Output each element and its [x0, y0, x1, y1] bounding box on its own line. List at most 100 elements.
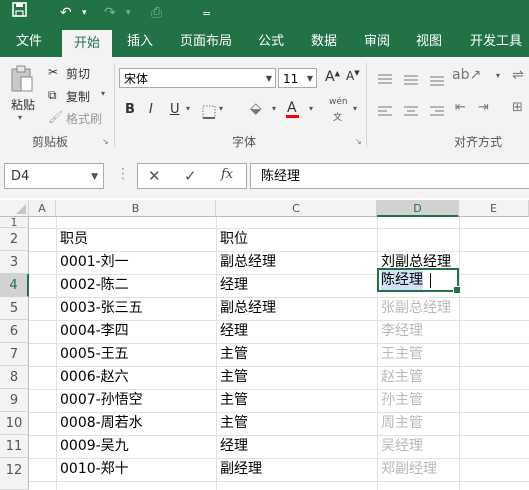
tab-developer[interactable]: 开发工具 — [470, 27, 522, 57]
borders-icon[interactable] — [202, 104, 216, 123]
undo-dropdown-icon[interactable]: ▾ — [82, 0, 87, 27]
column-header-d[interactable]: D — [377, 200, 459, 217]
row-header-1[interactable]: 1 — [0, 217, 29, 228]
wrap-text-icon[interactable]: ⇌ — [512, 67, 524, 83]
paste-icon[interactable] — [10, 65, 34, 97]
fill-color-icon[interactable]: ⬙ — [250, 99, 262, 117]
cell-c11[interactable]: 经理 — [220, 435, 248, 458]
row-header-6[interactable]: 6 — [0, 320, 29, 343]
font-launcher-icon[interactable]: ↘ — [355, 137, 362, 146]
column-header-a[interactable]: A — [29, 200, 56, 217]
font-color-dropdown-icon[interactable]: ▾ — [309, 104, 313, 113]
cell-c2[interactable]: 职位 — [220, 228, 248, 251]
row-header-12[interactable]: 12 — [0, 458, 29, 490]
save-icon[interactable] — [12, 0, 27, 27]
align-right-icon[interactable] — [430, 103, 444, 122]
bold-button[interactable]: B — [125, 102, 135, 117]
customize-qat-button[interactable]: = — [202, 0, 211, 27]
orientation-dropdown-icon[interactable]: ▾ — [496, 71, 500, 80]
cell-b6[interactable]: 0004-李四 — [60, 320, 129, 343]
cell-c10[interactable]: 主管 — [220, 412, 248, 435]
decrease-indent-icon[interactable]: ⇤ — [455, 100, 466, 115]
clipboard-launcher-icon[interactable]: ↘ — [102, 137, 109, 146]
undo-icon[interactable]: ↶ — [60, 0, 72, 27]
copy-icon[interactable]: ⧉ — [48, 88, 57, 103]
insert-function-button[interactable]: fx — [221, 167, 233, 182]
align-bottom-icon[interactable] — [430, 71, 444, 90]
cut-icon[interactable]: ✂ — [48, 65, 58, 79]
borders-dropdown-icon[interactable]: ▾ — [219, 104, 223, 113]
cell-b2[interactable]: 职员 — [60, 228, 88, 251]
tab-home[interactable]: 开始 — [62, 30, 113, 57]
cell-c6[interactable]: 经理 — [220, 320, 248, 343]
row-header-7[interactable]: 7 — [0, 343, 29, 366]
tab-view[interactable]: 视图 — [416, 27, 442, 57]
tab-data[interactable]: 数据 — [311, 27, 337, 57]
cell-b12[interactable]: 0010-郑十 — [60, 458, 129, 481]
active-cell-d4[interactable]: 陈经理 — [377, 268, 461, 294]
name-box[interactable]: D4 ▼ — [4, 163, 104, 189]
align-middle-icon[interactable] — [404, 71, 418, 90]
font-name-select[interactable]: 宋体 ▼ — [119, 68, 276, 88]
cell-b5[interactable]: 0003-张三五 — [60, 297, 143, 320]
row-header-11[interactable]: 11 — [0, 435, 29, 458]
column-header-e[interactable]: E — [459, 200, 529, 217]
orientation-icon[interactable]: ab↗ — [452, 67, 481, 83]
row-header-2[interactable]: 2 — [0, 228, 29, 251]
cell-b10[interactable]: 0008-周若水 — [60, 412, 143, 435]
row-header-10[interactable]: 10 — [0, 412, 29, 435]
cell-c9[interactable]: 主管 — [220, 389, 248, 412]
row-header-5[interactable]: 5 — [0, 297, 29, 320]
cancel-entry-button[interactable]: ✕ — [148, 167, 161, 185]
cell-b9[interactable]: 0007-孙悟空 — [60, 389, 143, 412]
cell-b3[interactable]: 0001-刘一 — [60, 251, 129, 274]
font-size-select[interactable]: 11 ▼ — [278, 68, 317, 88]
align-left-icon[interactable] — [378, 103, 392, 122]
phonetic-guide-button[interactable]: wén — [329, 97, 348, 107]
row-header-8[interactable]: 8 — [0, 366, 29, 389]
phonetic-dropdown-icon[interactable]: ▾ — [353, 104, 357, 113]
cell-c12[interactable]: 副经理 — [220, 458, 262, 481]
formula-input[interactable]: 陈经理 — [250, 163, 529, 189]
confirm-entry-button[interactable]: ✓ — [184, 167, 197, 185]
italic-button[interactable]: I — [149, 102, 153, 117]
tab-review[interactable]: 审阅 — [364, 27, 390, 57]
decrease-font-size-icon[interactable]: A▼ — [346, 69, 360, 83]
cell-c7[interactable]: 主管 — [220, 343, 248, 366]
tab-page-layout[interactable]: 页面布局 — [180, 27, 232, 57]
increase-indent-icon[interactable]: ⇥ — [478, 100, 489, 115]
fill-handle[interactable] — [453, 286, 461, 294]
paste-dropdown-icon[interactable]: ▾ — [18, 113, 22, 122]
align-center-icon[interactable] — [404, 103, 418, 122]
merge-center-icon[interactable]: ⊞ — [512, 100, 523, 115]
paste-button[interactable]: 粘贴 — [11, 96, 35, 113]
underline-dropdown-icon[interactable]: ▾ — [186, 104, 190, 113]
row-header-9[interactable]: 9 — [0, 389, 29, 412]
tab-formulas[interactable]: 公式 — [258, 27, 284, 57]
row-header-3[interactable]: 3 — [0, 251, 29, 274]
select-all-button[interactable] — [0, 200, 29, 217]
copy-button[interactable]: 复制 — [66, 88, 90, 105]
copy-dropdown-icon[interactable]: ▾ — [101, 89, 105, 98]
align-top-icon[interactable] — [378, 71, 392, 90]
cell-c4[interactable]: 经理 — [220, 274, 248, 297]
print-preview-icon[interactable]: ⎙ — [151, 0, 162, 27]
column-header-b[interactable]: B — [56, 200, 216, 217]
cell-c3[interactable]: 副总经理 — [220, 251, 276, 274]
tab-file[interactable]: 文件 — [16, 27, 42, 57]
increase-font-size-icon[interactable]: A▲ — [325, 69, 340, 85]
fill-color-dropdown-icon[interactable]: ▾ — [272, 104, 276, 113]
cell-d4-editing-text[interactable]: 陈经理 — [381, 270, 423, 290]
column-header-c[interactable]: C — [216, 200, 377, 217]
row-header-4[interactable]: 4 — [0, 274, 29, 297]
cell-b11[interactable]: 0009-吴九 — [60, 435, 129, 458]
format-painter-button[interactable]: 格式刷 — [66, 110, 102, 127]
underline-button[interactable]: U — [170, 102, 180, 117]
cell-c8[interactable]: 主管 — [220, 366, 248, 389]
font-color-button[interactable]: A — [287, 100, 297, 116]
cut-button[interactable]: 剪切 — [66, 65, 90, 82]
cell-b8[interactable]: 0006-赵六 — [60, 366, 129, 389]
cell-b4[interactable]: 0002-陈二 — [60, 274, 129, 297]
tab-insert[interactable]: 插入 — [127, 27, 153, 57]
format-painter-icon[interactable]: 🖌 — [48, 110, 63, 124]
